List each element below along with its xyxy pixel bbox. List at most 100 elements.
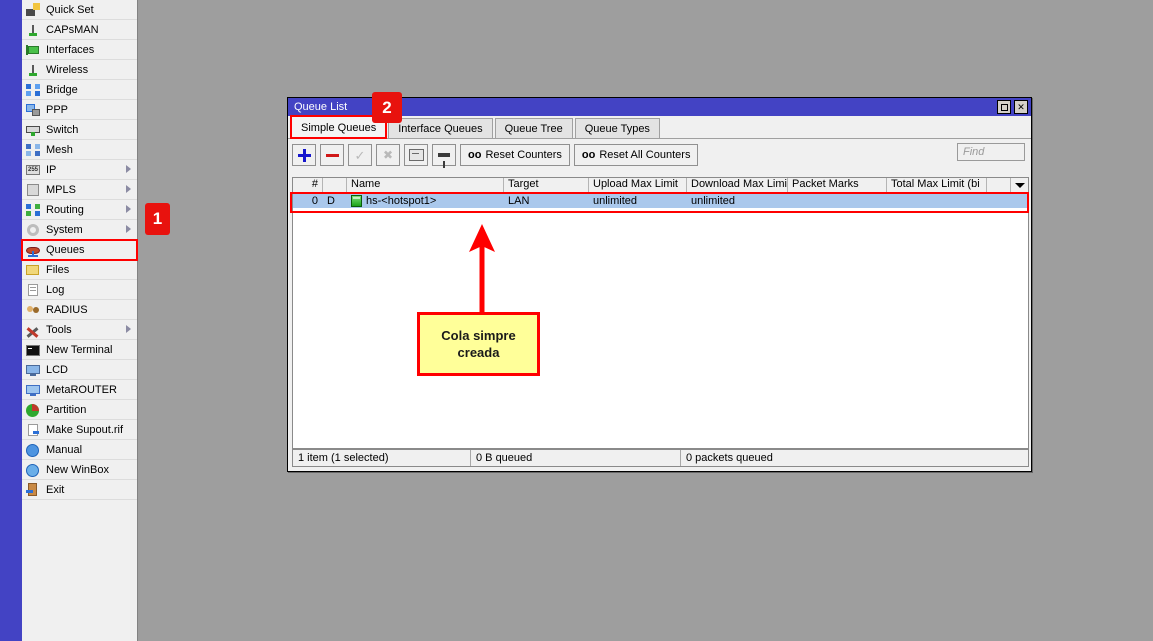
- search-input[interactable]: Find: [957, 143, 1025, 161]
- column-header-blank[interactable]: [323, 178, 347, 192]
- status-cell: 0 B queued: [471, 450, 681, 466]
- sidebar-item-label: PPP: [46, 104, 68, 116]
- chevron-down-icon: [1015, 183, 1025, 188]
- tools-icon: [25, 322, 41, 338]
- sidebar-item-partition[interactable]: Partition: [22, 400, 137, 420]
- sidebar-item-interfaces[interactable]: Interfaces: [22, 40, 137, 60]
- table-cell: unlimited: [687, 194, 788, 208]
- column-header-total-max-limit-bi[interactable]: Total Max Limit (bi: [887, 178, 987, 192]
- annotation-callout: Cola simpre creada: [417, 312, 540, 376]
- counter-all-icon: oo: [582, 149, 595, 161]
- sidebar-item-label: LCD: [46, 364, 68, 376]
- tab-queue-types[interactable]: Queue Types: [575, 118, 660, 138]
- sidebar-item-label: New WinBox: [46, 464, 109, 476]
- comment-button[interactable]: [404, 144, 428, 166]
- tab-label: Queue Tree: [505, 123, 563, 135]
- column-header-name[interactable]: Name: [347, 178, 504, 192]
- sidebar-item-mpls[interactable]: MPLS: [22, 180, 137, 200]
- sidebar-item-label: MetaROUTER: [46, 384, 117, 396]
- files-icon: [25, 262, 41, 278]
- sidebar-item-label: Exit: [46, 484, 64, 496]
- sidebar-item-label: MPLS: [46, 184, 76, 196]
- switch-icon: [25, 122, 41, 138]
- sidebar-item-capsman[interactable]: CAPsMAN: [22, 20, 137, 40]
- sidebar-item-system[interactable]: System: [22, 220, 137, 240]
- sidebar-item-label: Interfaces: [46, 44, 94, 56]
- close-icon[interactable]: ✕: [1014, 100, 1028, 114]
- remove-queue-button[interactable]: [320, 144, 344, 166]
- sidebar-item-label: Partition: [46, 404, 86, 416]
- add-queue-button[interactable]: [292, 144, 316, 166]
- comment-icon: [409, 149, 424, 161]
- sidebar-item-label: RADIUS: [46, 304, 88, 316]
- enable-queue-button[interactable]: ✓: [348, 144, 372, 166]
- sidebar-item-radius[interactable]: RADIUS: [22, 300, 137, 320]
- column-menu-button[interactable]: [1010, 178, 1028, 192]
- table-cell: hs-<hotspot1>: [347, 194, 504, 208]
- log-icon: [25, 282, 41, 298]
- table-row[interactable]: 0Dhs-<hotspot1>LANunlimitedunlimited: [293, 193, 1028, 208]
- column-header-packet-marks[interactable]: Packet Marks: [788, 178, 887, 192]
- winbox-icon: [25, 462, 41, 478]
- interfaces-icon: [25, 42, 41, 58]
- annotation-line-2: creada: [458, 345, 500, 360]
- sidebar-item-routing[interactable]: Routing: [22, 200, 137, 220]
- tab-interface-queues[interactable]: Interface Queues: [388, 118, 492, 138]
- sidebar-item-label: New Terminal: [46, 344, 112, 356]
- table-cell: 0: [293, 194, 323, 208]
- exit-icon: [25, 482, 41, 498]
- filter-button[interactable]: [432, 144, 456, 166]
- annotation-text: Cola simpre creada: [441, 327, 515, 361]
- reset-counters-button[interactable]: oo Reset Counters: [460, 144, 570, 166]
- disable-queue-button[interactable]: ✖: [376, 144, 400, 166]
- queue-list-window: Queue List ✕ Simple QueuesInterface Queu…: [287, 97, 1032, 472]
- sidebar-item-ppp[interactable]: PPP: [22, 100, 137, 120]
- tab-label: Simple Queues: [301, 122, 376, 134]
- search-placeholder: Find: [963, 146, 984, 158]
- window-controls: ✕: [997, 100, 1028, 114]
- sidebar-item-label: Queues: [46, 244, 85, 256]
- filter-icon: [438, 153, 450, 157]
- status-bar: 1 item (1 selected)0 B queued0 packets q…: [292, 449, 1029, 467]
- sidebar-item-lcd[interactable]: LCD: [22, 360, 137, 380]
- sidebar-item-make-supout-rif[interactable]: Make Supout.rif: [22, 420, 137, 440]
- sidebar-item-wireless[interactable]: Wireless: [22, 60, 137, 80]
- sidebar-item-ip[interactable]: 255IP: [22, 160, 137, 180]
- column-header-download-max-limit[interactable]: Download Max Limit: [687, 178, 788, 192]
- sidebar-item-new-terminal[interactable]: New Terminal: [22, 340, 137, 360]
- routing-icon: [25, 202, 41, 218]
- column-header-[interactable]: #: [293, 178, 323, 192]
- sidebar-item-queues[interactable]: Queues: [22, 240, 137, 260]
- manual-icon: [25, 442, 41, 458]
- table-header-row: # NameTargetUpload Max LimitDownload Max …: [293, 178, 1028, 193]
- tab-queue-tree[interactable]: Queue Tree: [495, 118, 573, 138]
- sidebar-item-label: Make Supout.rif: [46, 424, 123, 436]
- sidebar-item-files[interactable]: Files: [22, 260, 137, 280]
- sidebar-item-label: CAPsMAN: [46, 24, 99, 36]
- sidebar-item-label: Bridge: [46, 84, 78, 96]
- reset-all-counters-button[interactable]: oo Reset All Counters: [574, 144, 699, 166]
- check-icon: ✓: [355, 149, 366, 162]
- minus-icon: [326, 149, 339, 162]
- sidebar-item-exit[interactable]: Exit: [22, 480, 137, 500]
- step-badge-1: 1: [145, 203, 170, 235]
- sidebar-item-manual[interactable]: Manual: [22, 440, 137, 460]
- column-header-target[interactable]: Target: [504, 178, 589, 192]
- sidebar-item-label: System: [46, 224, 83, 236]
- cross-icon: ✖: [383, 149, 393, 161]
- sidebar-item-log[interactable]: Log: [22, 280, 137, 300]
- sidebar-item-bridge[interactable]: Bridge: [22, 80, 137, 100]
- partition-icon: [25, 402, 41, 418]
- sidebar-item-label: Routing: [46, 204, 84, 216]
- sidebar-item-metarouter[interactable]: MetaROUTER: [22, 380, 137, 400]
- queues-icon: [25, 242, 41, 258]
- sidebar-item-quick-set[interactable]: Quick Set: [22, 0, 137, 20]
- sidebar-item-mesh[interactable]: Mesh: [22, 140, 137, 160]
- maximize-icon[interactable]: [997, 100, 1011, 114]
- sidebar-item-tools[interactable]: Tools: [22, 320, 137, 340]
- sidebar-item-switch[interactable]: Switch: [22, 120, 137, 140]
- submenu-arrow-icon: [126, 205, 131, 213]
- sidebar-item-new-winbox[interactable]: New WinBox: [22, 460, 137, 480]
- column-header-upload-max-limit[interactable]: Upload Max Limit: [589, 178, 687, 192]
- submenu-arrow-icon: [126, 185, 131, 193]
